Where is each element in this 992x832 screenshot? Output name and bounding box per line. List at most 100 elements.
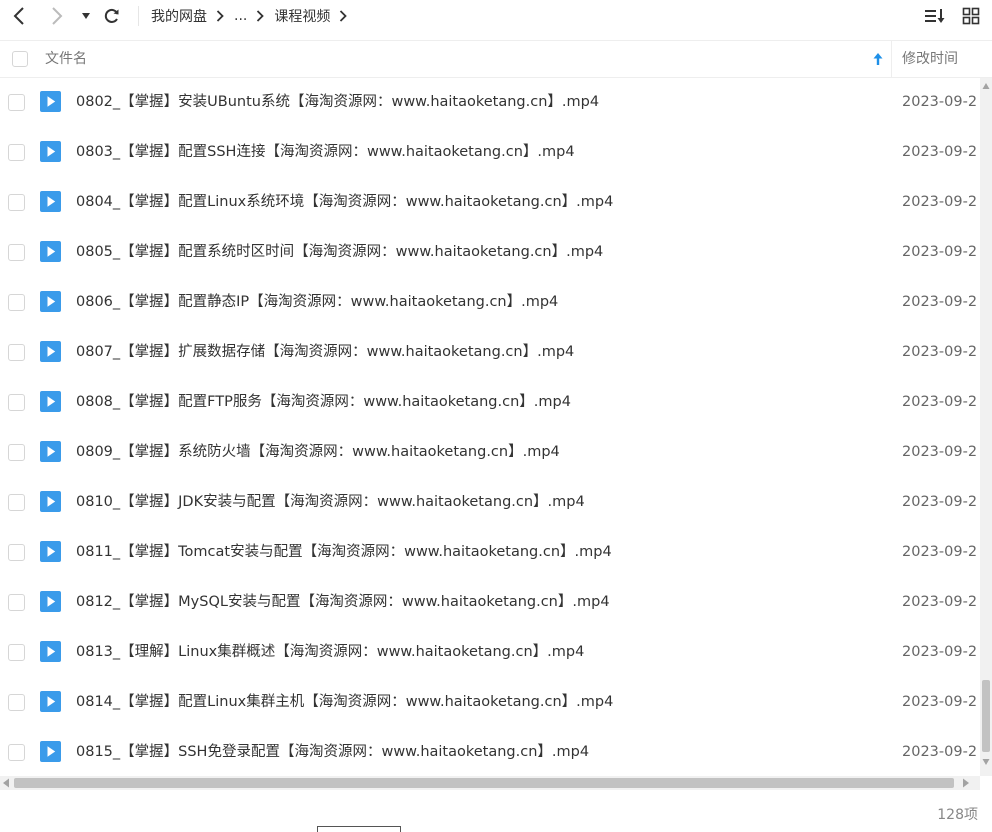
video-file-icon — [40, 141, 61, 162]
video-file-icon — [40, 741, 61, 762]
file-row[interactable]: 0802_【掌握】安装UBuntu系统【海淘资源网：www.haitaoketa… — [0, 78, 980, 128]
file-name: 0802_【掌握】安装UBuntu系统【海淘资源网：www.haitaoketa… — [76, 94, 600, 110]
breadcrumb-ellipsis[interactable]: ... — [234, 8, 247, 24]
row-checkbox[interactable] — [8, 644, 25, 661]
file-modified-date: 2023-09-2 — [902, 544, 978, 560]
column-header-name[interactable]: 文件名 — [45, 41, 87, 77]
video-file-icon — [40, 591, 61, 612]
refresh-button[interactable] — [100, 0, 124, 32]
column-header-modified[interactable]: 修改时间 — [902, 41, 958, 77]
horizontal-scrollbar[interactable] — [0, 776, 980, 790]
file-modified-date: 2023-09-2 — [902, 294, 978, 310]
file-row[interactable]: 0810_【掌握】JDK安装与配置【海淘资源网：www.haitaoketang… — [0, 478, 980, 528]
scroll-left-arrow-icon[interactable] — [2, 778, 10, 788]
file-name: 0811_【掌握】Tomcat安装与配置【海淘资源网：www.haitaoket… — [76, 544, 612, 560]
file-modified-date: 2023-09-2 — [902, 344, 978, 360]
file-modified-date: 2023-09-2 — [902, 94, 978, 110]
file-modified-date: 2023-09-2 — [902, 644, 978, 660]
file-name: 0809_【掌握】系统防火墙【海淘资源网：www.haitaoketang.cn… — [76, 444, 560, 460]
history-dropdown-button[interactable] — [78, 0, 94, 32]
file-row[interactable]: 0811_【掌握】Tomcat安装与配置【海淘资源网：www.haitaoket… — [0, 528, 980, 578]
file-modified-date: 2023-09-2 — [902, 444, 978, 460]
file-name: 0814_【掌握】配置Linux集群主机【海淘资源网：www.haitaoket… — [76, 694, 614, 710]
row-checkbox[interactable] — [8, 294, 25, 311]
video-file-icon — [40, 91, 61, 112]
sort-icon — [925, 9, 945, 23]
file-name: 0808_【掌握】配置FTP服务【海淘资源网：www.haitaoketang.… — [76, 394, 571, 410]
breadcrumb-root[interactable]: 我的网盘 — [151, 6, 207, 26]
file-modified-date: 2023-09-2 — [902, 144, 978, 160]
file-row[interactable]: 0813_【理解】Linux集群概述【海淘资源网：www.haitaoketan… — [0, 628, 980, 678]
video-file-icon — [40, 641, 61, 662]
video-file-icon — [40, 341, 61, 362]
refresh-icon — [104, 8, 119, 23]
toolbar-divider — [138, 6, 139, 26]
row-checkbox[interactable] — [8, 394, 25, 411]
file-row[interactable]: 0805_【掌握】配置系统时区时间【海淘资源网：www.haitaoketang… — [0, 228, 980, 278]
grid-view-icon — [962, 7, 980, 25]
file-modified-date: 2023-09-2 — [902, 594, 978, 610]
sort-button[interactable] — [922, 0, 948, 32]
horizontal-scrollbar-thumb[interactable] — [14, 778, 954, 788]
file-name: 0810_【掌握】JDK安装与配置【海淘资源网：www.haitaoketang… — [76, 494, 585, 510]
file-modified-date: 2023-09-2 — [902, 194, 978, 210]
scroll-down-arrow-icon[interactable] — [982, 758, 990, 766]
row-checkbox[interactable] — [8, 594, 25, 611]
file-row[interactable]: 0808_【掌握】配置FTP服务【海淘资源网：www.haitaoketang.… — [0, 378, 980, 428]
grid-view-button[interactable] — [958, 0, 984, 32]
file-modified-date: 2023-09-2 — [902, 694, 978, 710]
chevron-right-icon — [339, 10, 348, 22]
file-row[interactable]: 0814_【掌握】配置Linux集群主机【海淘资源网：www.haitaoket… — [0, 678, 980, 728]
file-name: 0807_【掌握】扩展数据存储【海淘资源网：www.haitaoketang.c… — [76, 344, 575, 360]
chevron-right-icon — [256, 10, 265, 22]
back-button[interactable] — [6, 0, 32, 32]
chevron-right-icon — [216, 10, 224, 22]
scroll-up-arrow-icon[interactable] — [982, 82, 990, 90]
forward-button[interactable] — [44, 0, 70, 32]
row-checkbox[interactable] — [8, 194, 25, 211]
vertical-scrollbar[interactable] — [980, 78, 992, 776]
row-checkbox[interactable] — [8, 244, 25, 261]
file-row[interactable]: 0806_【掌握】配置静态IP【海淘资源网：www.haitaoketang.c… — [0, 278, 980, 328]
row-checkbox[interactable] — [8, 744, 25, 761]
video-file-icon — [40, 391, 61, 412]
row-checkbox[interactable] — [8, 694, 25, 711]
row-checkbox[interactable] — [8, 344, 25, 361]
row-checkbox[interactable] — [8, 94, 25, 111]
file-list: 0802_【掌握】安装UBuntu系统【海淘资源网：www.haitaoketa… — [0, 78, 980, 776]
file-name: 0806_【掌握】配置静态IP【海淘资源网：www.haitaoketang.c… — [76, 294, 559, 310]
vertical-scrollbar-thumb[interactable] — [982, 680, 990, 752]
video-file-icon — [40, 291, 61, 312]
file-name: 0803_【掌握】配置SSH连接【海淘资源网：www.haitaoketang.… — [76, 144, 575, 160]
select-all-checkbox[interactable] — [12, 51, 28, 67]
chevron-left-icon — [13, 7, 24, 25]
breadcrumb-current[interactable]: 课程视频 — [274, 6, 330, 26]
caret-down-icon — [82, 13, 90, 19]
partial-panel — [317, 826, 401, 832]
chevron-right-icon — [52, 7, 63, 25]
status-bar: 128项 — [0, 790, 992, 832]
file-modified-date: 2023-09-2 — [902, 744, 978, 760]
file-row[interactable]: 0809_【掌握】系统防火墙【海淘资源网：www.haitaoketang.cn… — [0, 428, 980, 478]
video-file-icon — [40, 441, 61, 462]
file-modified-date: 2023-09-2 — [902, 244, 978, 260]
row-checkbox[interactable] — [8, 444, 25, 461]
file-row[interactable]: 0815_【掌握】SSH免登录配置【海淘资源网：www.haitaoketang… — [0, 728, 980, 776]
file-row[interactable]: 0812_【掌握】MySQL安装与配置【海淘资源网：www.haitaoketa… — [0, 578, 980, 628]
file-row[interactable]: 0807_【掌握】扩展数据存储【海淘资源网：www.haitaoketang.c… — [0, 328, 980, 378]
video-file-icon — [40, 691, 61, 712]
sort-ascending-icon[interactable] — [871, 52, 885, 66]
file-row[interactable]: 0803_【掌握】配置SSH连接【海淘资源网：www.haitaoketang.… — [0, 128, 980, 178]
scroll-right-arrow-icon[interactable] — [962, 778, 970, 788]
item-count: 128项 — [937, 807, 978, 823]
row-checkbox[interactable] — [8, 494, 25, 511]
video-file-icon — [40, 541, 61, 562]
file-modified-date: 2023-09-2 — [902, 494, 978, 510]
file-name: 0804_【掌握】配置Linux系统环境【海淘资源网：www.haitaoket… — [76, 194, 614, 210]
column-divider[interactable] — [891, 41, 892, 77]
row-checkbox[interactable] — [8, 144, 25, 161]
file-row[interactable]: 0804_【掌握】配置Linux系统环境【海淘资源网：www.haitaoket… — [0, 178, 980, 228]
toolbar: 我的网盘 ... 课程视频 — [0, 0, 992, 36]
row-checkbox[interactable] — [8, 544, 25, 561]
video-file-icon — [40, 241, 61, 262]
